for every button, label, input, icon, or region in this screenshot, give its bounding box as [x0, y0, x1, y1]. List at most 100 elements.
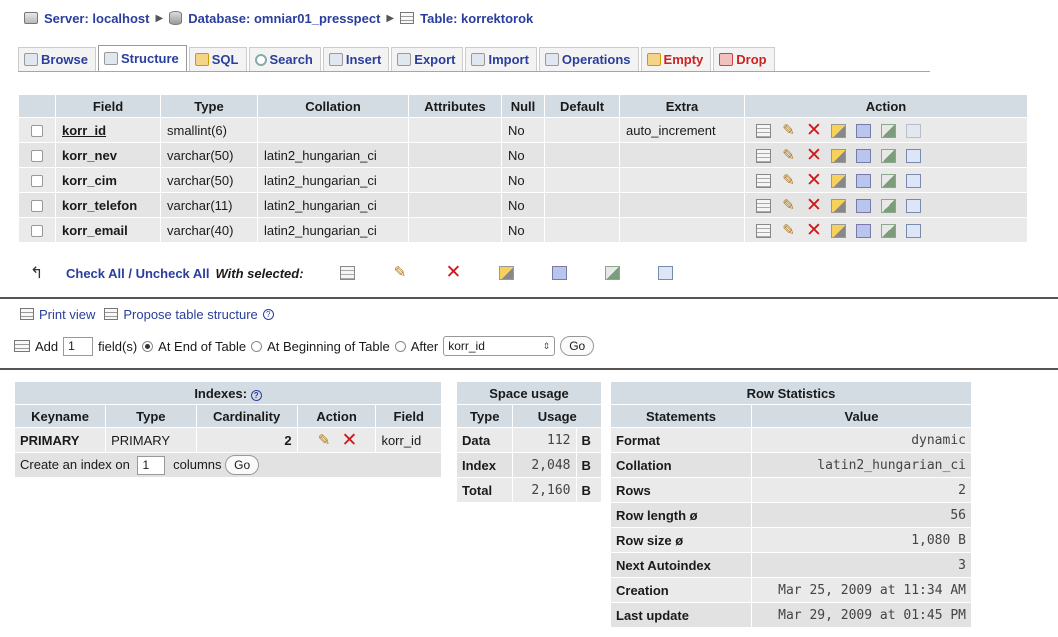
primary-key-icon[interactable]	[831, 223, 846, 238]
propose-structure-link[interactable]: Propose table structure	[123, 307, 257, 322]
index-selected-icon[interactable]	[604, 266, 620, 280]
index-keyname: PRIMARY	[15, 428, 106, 452]
stat-value: 2	[752, 478, 971, 502]
create-index-go-button[interactable]: Go	[225, 455, 260, 475]
tab-label: Browse	[41, 52, 88, 67]
rowstats-header-value: Value	[752, 405, 971, 427]
drop-icon[interactable]: ✕	[806, 121, 822, 140]
unique-icon[interactable]	[856, 198, 871, 213]
primary-key-icon[interactable]	[831, 198, 846, 213]
edit-icon[interactable]: ✎	[781, 223, 796, 238]
browse-selected-icon[interactable]	[339, 266, 355, 280]
unique-icon[interactable]	[856, 223, 871, 238]
fulltext-icon[interactable]	[906, 198, 921, 213]
row-checkbox[interactable]	[31, 175, 43, 188]
tab-import[interactable]: Import	[465, 47, 537, 71]
primary-selected-icon[interactable]	[498, 266, 514, 280]
field-collation: latin2_hungarian_ci	[258, 168, 408, 192]
field-count-input[interactable]: 1	[63, 336, 94, 356]
after-field-select[interactable]: korr_id ⇕	[443, 336, 556, 356]
row-statistics-table: Row Statistics Statements Value Format dy…	[610, 381, 972, 628]
help-icon[interactable]: ?	[262, 308, 274, 320]
browse-distinct-icon[interactable]	[756, 148, 771, 163]
drop-selected-icon[interactable]: ✕	[446, 263, 462, 282]
after-radio[interactable]	[394, 340, 406, 352]
drop-icon[interactable]: ✕	[342, 431, 358, 450]
stat-label: Creation	[611, 578, 751, 602]
edit-selected-icon[interactable]: ✎	[393, 265, 408, 280]
row-checkbox[interactable]	[31, 225, 43, 238]
unique-icon[interactable]	[856, 123, 871, 138]
edit-icon[interactable]: ✎	[317, 433, 332, 448]
indexes-table: Indexes: ? Keyname Type Cardinality Acti…	[14, 381, 442, 478]
fulltext-icon[interactable]	[906, 148, 921, 163]
index-icon[interactable]	[881, 148, 896, 163]
index-icon[interactable]	[881, 173, 896, 188]
tab-export[interactable]: Export	[391, 47, 464, 71]
edit-icon[interactable]: ✎	[781, 123, 796, 138]
unique-selected-icon[interactable]	[551, 266, 567, 280]
breadcrumb-table[interactable]: Table: korrektorok	[420, 11, 533, 26]
unique-icon[interactable]	[856, 173, 871, 188]
drop-icon[interactable]: ✕	[806, 146, 822, 165]
browse-distinct-icon[interactable]	[756, 173, 771, 188]
breadcrumb-database[interactable]: Database: omniar01_presspect	[188, 11, 380, 26]
column-header-default: Default	[545, 95, 619, 117]
stat-label: Rows	[611, 478, 751, 502]
space-type: Data	[457, 428, 513, 452]
row-checkbox[interactable]	[31, 150, 43, 163]
browse-icon	[24, 53, 38, 66]
index-icon[interactable]	[881, 223, 896, 238]
tab-sql[interactable]: SQL	[188, 47, 247, 71]
index-columns-input[interactable]: 1	[137, 456, 166, 475]
edit-icon[interactable]: ✎	[781, 198, 796, 213]
edit-icon[interactable]: ✎	[781, 148, 796, 163]
tab-structure[interactable]: Structure	[97, 45, 187, 71]
check-all-link[interactable]: Check All / Uncheck All	[66, 266, 210, 281]
index-cardinality: 2	[196, 428, 297, 452]
tab-operations[interactable]: Operations	[538, 47, 639, 71]
row-actions: ✎ ✕	[745, 193, 1027, 217]
primary-key-icon[interactable]	[831, 173, 846, 188]
drop-icon[interactable]: ✕	[806, 221, 822, 240]
fulltext-icon[interactable]	[906, 223, 921, 238]
row-checkbox[interactable]	[31, 200, 43, 213]
rowstats-header-statements: Statements	[611, 405, 751, 427]
tab-label: Drop	[736, 52, 767, 67]
print-view-link[interactable]: Print view	[39, 307, 95, 322]
go-button[interactable]: Go	[560, 336, 595, 356]
tab-drop[interactable]: Drop	[713, 47, 775, 71]
tab-insert[interactable]: Insert	[322, 47, 390, 71]
browse-distinct-icon[interactable]	[756, 123, 771, 138]
browse-distinct-icon[interactable]	[756, 223, 771, 238]
fulltext-selected-icon[interactable]	[657, 266, 673, 280]
edit-icon[interactable]: ✎	[781, 173, 796, 188]
help-icon[interactable]: ?	[250, 389, 262, 401]
field-extra	[620, 143, 744, 167]
primary-key-icon[interactable]	[831, 123, 846, 138]
unique-icon[interactable]	[856, 148, 871, 163]
browse-distinct-icon[interactable]	[756, 198, 771, 213]
create-index-row: Create an index on 1 columns Go	[15, 453, 441, 477]
fields-label: field(s)	[98, 338, 138, 354]
field-type: varchar(50)	[161, 143, 257, 167]
index-icon[interactable]	[881, 123, 896, 138]
primary-key-icon[interactable]	[831, 148, 846, 163]
at-end-radio[interactable]	[142, 340, 154, 352]
tab-browse[interactable]: Browse	[18, 47, 96, 71]
fulltext-icon[interactable]	[906, 173, 921, 188]
operations-icon	[544, 53, 559, 66]
row-checkbox[interactable]	[31, 125, 43, 138]
drop-icon[interactable]: ✕	[806, 196, 822, 215]
stat-value: 56	[752, 503, 971, 527]
breadcrumb-server[interactable]: Server: localhost	[44, 11, 150, 26]
fulltext-icon[interactable]	[906, 123, 921, 138]
table-row: Last update Mar 29, 2009 at 01:45 PM	[611, 603, 971, 627]
tab-label: Structure	[120, 51, 179, 66]
at-beginning-radio[interactable]	[251, 340, 263, 352]
tab-empty[interactable]: Empty	[640, 47, 712, 71]
tab-search[interactable]: Search	[248, 47, 321, 71]
with-selected-label: With selected:	[215, 265, 304, 281]
index-icon[interactable]	[881, 198, 896, 213]
drop-icon[interactable]: ✕	[806, 171, 822, 190]
